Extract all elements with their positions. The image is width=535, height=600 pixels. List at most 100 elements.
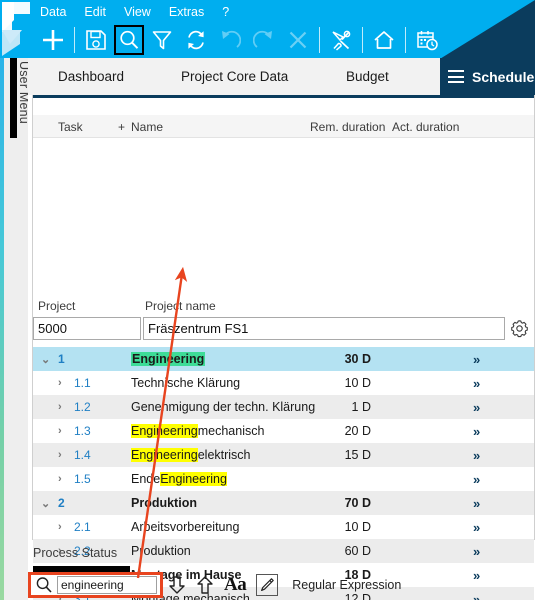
arrow-down-icon[interactable] [168, 575, 186, 595]
save-icon[interactable] [79, 23, 113, 57]
task-name-text: elektrisch [197, 448, 251, 462]
search-match-highlight: Engineering [131, 352, 206, 366]
chevron-right-icon[interactable]: › [58, 443, 62, 467]
task-name[interactable]: Produktion [131, 539, 191, 563]
menu-item-view[interactable]: View [124, 3, 151, 21]
tab-project-core-data[interactable]: Project Core Data [181, 58, 288, 95]
task-remaining-duration[interactable]: 30 D [298, 347, 371, 371]
undo-icon[interactable] [213, 23, 247, 57]
task-name[interactable]: Produktion [131, 491, 197, 515]
tools-icon[interactable] [324, 23, 358, 57]
table-row[interactable]: › 1.5 Ende Engineering » [33, 467, 534, 491]
row-expand-icon[interactable]: » [473, 347, 480, 371]
table-row[interactable]: › 1.4 Engineering elektrisch 15 D » [33, 443, 534, 467]
task-remaining-duration[interactable]: 10 D [298, 371, 371, 395]
column-header-task[interactable]: Task [58, 115, 83, 138]
chevron-right-icon[interactable]: › [58, 467, 62, 491]
table-row[interactable]: › 2.1 Arbeitsvorbereitung 10 D » [33, 515, 534, 539]
task-remaining-duration[interactable]: 70 D [298, 491, 371, 515]
chevron-right-icon[interactable]: › [58, 371, 62, 395]
task-name[interactable]: Technische Klärung [131, 371, 240, 395]
menu-item-extras[interactable]: Extras [169, 3, 204, 21]
task-name[interactable]: Engineering elektrisch [131, 443, 251, 467]
task-name[interactable]: Engineering mechanisch [131, 419, 264, 443]
chevron-down-icon[interactable]: ⌄ [41, 347, 50, 371]
search-input[interactable] [57, 576, 157, 594]
arrow-up-icon[interactable] [196, 575, 214, 595]
schedule-panel: Task + Name Rem. duration Act. duration … [28, 95, 535, 600]
row-expand-icon[interactable]: » [473, 491, 480, 515]
row-expand-icon[interactable]: » [473, 515, 480, 539]
schedule-icon[interactable] [410, 23, 444, 57]
toolbar-separator [74, 27, 75, 53]
delete-icon[interactable] [281, 23, 315, 57]
search-icon[interactable] [113, 24, 145, 56]
project-number-input[interactable] [33, 317, 141, 340]
task-wbs-code[interactable]: 1 [58, 347, 65, 371]
refresh-icon[interactable] [179, 23, 213, 57]
task-remaining-duration[interactable]: 60 D [298, 539, 371, 563]
row-expand-icon[interactable]: » [473, 419, 480, 443]
column-header-rem-duration[interactable]: Rem. duration [310, 115, 385, 138]
match-case-button[interactable]: Aa [224, 574, 247, 596]
task-name-text: mechanisch [197, 424, 265, 438]
task-name[interactable]: Engineering [131, 347, 206, 371]
table-row[interactable]: ⌄ 2 Produktion 70 D » [33, 491, 534, 515]
chevron-down-icon[interactable]: ⌄ [41, 491, 50, 515]
table-row[interactable]: › 1.2 Genehmigung der techn. Klärung 1 D » [33, 395, 534, 419]
task-remaining-duration[interactable]: 1 D [298, 395, 371, 419]
task-remaining-duration[interactable]: 20 D [298, 419, 371, 443]
task-remaining-duration[interactable]: 15 D [298, 443, 371, 467]
hamburger-icon[interactable] [448, 70, 464, 83]
marker-pen-icon[interactable] [256, 574, 279, 596]
task-wbs-code[interactable]: 1.4 [74, 443, 91, 467]
row-expand-icon[interactable]: » [473, 539, 480, 563]
task-wbs-code[interactable]: 2.1 [74, 515, 91, 539]
gear-icon[interactable] [510, 319, 529, 338]
task-name[interactable]: Genehmigung der techn. Klärung [131, 395, 315, 419]
search-icon[interactable] [31, 576, 57, 594]
task-wbs-code[interactable]: 1.2 [74, 395, 91, 419]
menu-item-data[interactable]: Data [40, 3, 66, 21]
add-icon[interactable] [36, 23, 70, 57]
task-remaining-duration[interactable]: 10 D [298, 515, 371, 539]
add-column-icon[interactable]: + [118, 115, 125, 138]
chevron-right-icon[interactable]: › [58, 515, 62, 539]
filter-icon[interactable] [145, 23, 179, 57]
task-wbs-code[interactable]: 1.5 [74, 467, 91, 491]
task-name[interactable]: Arbeitsvorbereitung [131, 515, 239, 539]
tab-budget[interactable]: Budget [346, 58, 389, 95]
task-remaining-duration[interactable] [298, 467, 371, 491]
chevron-right-icon[interactable]: › [58, 419, 62, 443]
table-row[interactable]: › 1.3 Engineering mechanisch 20 D » [33, 419, 534, 443]
table-row[interactable]: ⌄ 1 Engineering 30 D » [33, 347, 534, 371]
process-status-label: Process Status [33, 546, 118, 560]
left-rail: User Menu [0, 58, 31, 600]
task-name[interactable]: Ende Engineering [131, 467, 227, 491]
tab-schedule[interactable]: Schedule [472, 58, 534, 95]
project-name-label: Project name [145, 299, 216, 313]
column-header-name[interactable]: Name [131, 115, 163, 138]
column-header-act-duration[interactable]: Act. duration [392, 115, 459, 138]
row-expand-icon[interactable]: » [473, 587, 480, 600]
task-wbs-code[interactable]: 1.1 [74, 371, 91, 395]
menu-item-help[interactable]: ? [222, 3, 229, 21]
menu-item-edit[interactable]: Edit [84, 3, 106, 21]
toolbar-separator [362, 27, 363, 53]
row-expand-icon[interactable]: » [473, 467, 480, 491]
task-wbs-code[interactable]: 1.3 [74, 419, 91, 443]
tab-dashboard[interactable]: Dashboard [58, 58, 124, 95]
row-expand-icon[interactable]: » [473, 443, 480, 467]
table-row[interactable]: › 1.1 Technische Klärung 10 D » [33, 371, 534, 395]
home-icon[interactable] [367, 23, 401, 57]
row-expand-icon[interactable]: » [473, 563, 480, 587]
row-expand-icon[interactable]: » [473, 371, 480, 395]
row-expand-icon[interactable]: » [473, 395, 480, 419]
chevron-right-icon[interactable]: › [58, 395, 62, 419]
project-name-input[interactable] [143, 317, 505, 340]
project-field-labels: Project Project name [33, 299, 534, 315]
redo-icon[interactable] [247, 23, 281, 57]
regular-expression-label[interactable]: Regular Expression [292, 578, 401, 592]
search-controls: Aa Regular Expression [168, 572, 401, 598]
task-wbs-code[interactable]: 2 [58, 491, 65, 515]
